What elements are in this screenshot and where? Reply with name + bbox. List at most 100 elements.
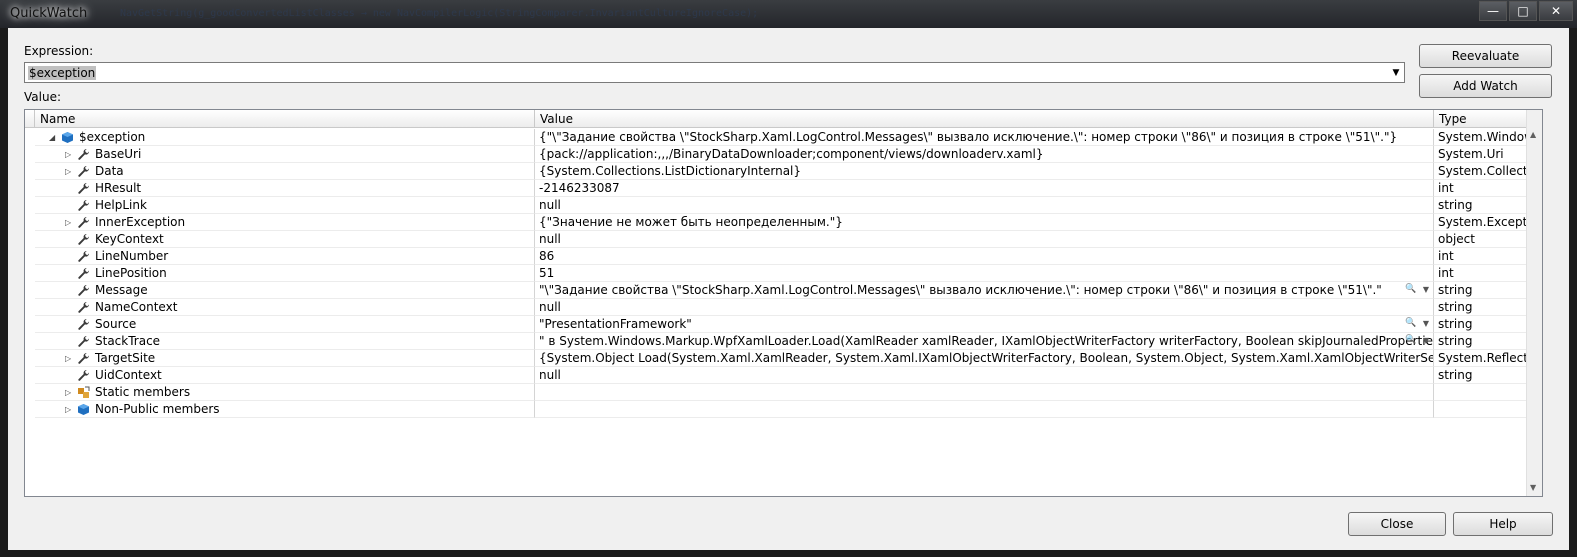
row-value[interactable]: {pack://application:,,,/BinaryDataDownlo… [539, 147, 1044, 161]
row-value[interactable]: {"\"Задание свойства \"StockSharp.Xaml.L… [539, 130, 1397, 144]
row-value[interactable]: null [539, 300, 561, 314]
name-cell: ▷ BaseUri [35, 146, 535, 163]
visualizer-dropdown-icon[interactable]: ▼ [1423, 283, 1429, 297]
table-row[interactable]: ▷ InnerException {"Значение не может быть … [25, 214, 1542, 231]
row-value[interactable]: 51 [539, 266, 554, 280]
row-name: BaseUri [95, 147, 142, 161]
magnifier-icon[interactable]: 🔍 [1405, 334, 1417, 346]
value-cell[interactable]: {System.Object Load(System.Xaml.XamlRead… [535, 350, 1434, 367]
collapse-arrow-icon[interactable]: ◢ [49, 133, 57, 142]
expand-arrow-icon[interactable]: ▷ [65, 405, 73, 414]
expand-arrow-icon[interactable]: ▷ [65, 167, 73, 176]
value-cell[interactable]: null [535, 197, 1434, 214]
wrench-icon [77, 216, 90, 229]
table-row[interactable]: LinePosition 51 int [25, 265, 1542, 282]
visualizer-dropdown-icon[interactable]: ▼ [1423, 317, 1429, 331]
value-cell[interactable]: -2146233087 [535, 180, 1434, 197]
table-row[interactable]: Message "\"Задание свойства \"StockSharp.… [25, 282, 1542, 299]
table-row[interactable]: ▷ Static members [25, 384, 1542, 401]
header-name[interactable]: Name [35, 110, 535, 128]
maximize-button[interactable]: □ [1509, 1, 1537, 21]
value-cell[interactable]: " в System.Windows.Markup.WpfXamlLoader.… [535, 333, 1434, 350]
row-value[interactable]: " в System.Windows.Markup.WpfXamlLoader.… [539, 334, 1433, 348]
expression-combobox[interactable]: $exception ▼ [24, 62, 1405, 83]
value-cell[interactable] [535, 384, 1434, 401]
title-bar: QuickWatch NavGetString(g_goodConvertedL… [0, 0, 1577, 28]
minimize-button[interactable]: — [1479, 1, 1507, 21]
header-value[interactable]: Value [535, 110, 1434, 128]
value-cell[interactable]: {pack://application:,,,/BinaryDataDownlo… [535, 146, 1434, 163]
table-row[interactable]: UidContext null string [25, 367, 1542, 384]
expression-label: Expression: [24, 44, 94, 58]
object-icon [77, 403, 90, 416]
expression-value[interactable]: $exception [28, 66, 97, 80]
wrench-icon [77, 250, 90, 263]
row-value[interactable]: null [539, 232, 561, 246]
value-label: Value: [24, 90, 61, 104]
row-name: Message [95, 283, 148, 297]
name-cell: ▷ Non-Public members [35, 401, 535, 418]
value-cell[interactable]: {System.Collections.ListDictionaryIntern… [535, 163, 1434, 180]
close-window-button[interactable]: ✕ [1539, 1, 1573, 21]
table-row[interactable]: Source "PresentationFramework" 🔍 ▼ string [25, 316, 1542, 333]
value-cell[interactable]: null [535, 299, 1434, 316]
table-row[interactable]: KeyContext null object [25, 231, 1542, 248]
name-cell: Message [35, 282, 535, 299]
row-value[interactable]: "\"Задание свойства \"StockSharp.Xaml.Lo… [539, 283, 1382, 297]
table-row[interactable]: StackTrace " в System.Windows.Markup.WpfX… [25, 333, 1542, 350]
magnifier-icon[interactable]: 🔍 [1405, 317, 1417, 329]
vertical-scrollbar[interactable]: ▲ ▼ [1526, 110, 1542, 496]
row-value[interactable]: -2146233087 [539, 181, 620, 195]
static-members-icon [77, 386, 90, 399]
wrench-icon [77, 233, 90, 246]
object-icon [61, 131, 74, 144]
window-title: QuickWatch [10, 6, 88, 21]
magnifier-icon[interactable]: 🔍 [1405, 283, 1417, 295]
table-row[interactable]: NameContext null string [25, 299, 1542, 316]
table-row[interactable]: ▷ Data {System.Collections.ListDictionaryI… [25, 163, 1542, 180]
table-row[interactable]: ▷ TargetSite {System.Object Load(System.Xa… [25, 350, 1542, 367]
row-name: Data [95, 164, 124, 178]
name-cell: LinePosition [35, 265, 535, 282]
expand-arrow-icon[interactable]: ▷ [65, 150, 73, 159]
close-button[interactable]: Close [1348, 512, 1446, 536]
row-value[interactable]: null [539, 198, 561, 212]
name-cell: ◢ $exception [35, 129, 535, 146]
row-value[interactable]: {"Значение не может быть неопределенным.… [539, 215, 843, 229]
table-row[interactable]: HResult -2146233087 int [25, 180, 1542, 197]
table-row[interactable]: ▷ Non-Public members [25, 401, 1542, 418]
value-cell[interactable]: {"\"Задание свойства \"StockSharp.Xaml.L… [535, 129, 1434, 146]
table-row[interactable]: ◢ $exception {"\"Задание свойства \"StockS… [25, 129, 1542, 146]
value-cell[interactable]: 86 [535, 248, 1434, 265]
scroll-down-icon[interactable]: ▼ [1530, 483, 1536, 492]
row-name: InnerException [95, 215, 186, 229]
help-button[interactable]: Help [1453, 512, 1553, 536]
chevron-down-icon[interactable]: ▼ [1391, 68, 1401, 78]
value-cell[interactable]: {"Значение не может быть неопределенным.… [535, 214, 1434, 231]
expand-arrow-icon[interactable]: ▷ [65, 218, 73, 227]
row-value[interactable]: 86 [539, 249, 554, 263]
expand-arrow-icon[interactable]: ▷ [65, 354, 73, 363]
row-value[interactable]: {System.Collections.ListDictionaryIntern… [539, 164, 801, 178]
wrench-icon [77, 148, 90, 161]
value-cell[interactable]: 51 [535, 265, 1434, 282]
visualizer-dropdown-icon[interactable]: ▼ [1423, 334, 1429, 348]
table-row[interactable]: HelpLink null string [25, 197, 1542, 214]
row-value[interactable]: {System.Object Load(System.Xaml.XamlRead… [539, 351, 1433, 365]
name-cell: KeyContext [35, 231, 535, 248]
add-watch-button[interactable]: Add Watch [1419, 74, 1552, 98]
table-row[interactable]: LineNumber 86 int [25, 248, 1542, 265]
value-cell[interactable]: null [535, 231, 1434, 248]
window-controls: — □ ✕ [1479, 1, 1573, 21]
value-cell[interactable]: "\"Задание свойства \"StockSharp.Xaml.Lo… [535, 282, 1434, 299]
table-row[interactable]: ▷ BaseUri {pack://application:,,,/BinaryDa… [25, 146, 1542, 163]
row-name: KeyContext [95, 232, 164, 246]
value-cell[interactable]: null [535, 367, 1434, 384]
row-value[interactable]: null [539, 368, 561, 382]
reevaluate-button[interactable]: Reevaluate [1419, 44, 1552, 68]
value-cell[interactable]: "PresentationFramework" 🔍 ▼ [535, 316, 1434, 333]
expand-arrow-icon[interactable]: ▷ [65, 388, 73, 397]
value-cell[interactable] [535, 401, 1434, 418]
scroll-up-icon[interactable]: ▲ [1530, 130, 1536, 139]
row-value[interactable]: "PresentationFramework" [539, 317, 692, 331]
